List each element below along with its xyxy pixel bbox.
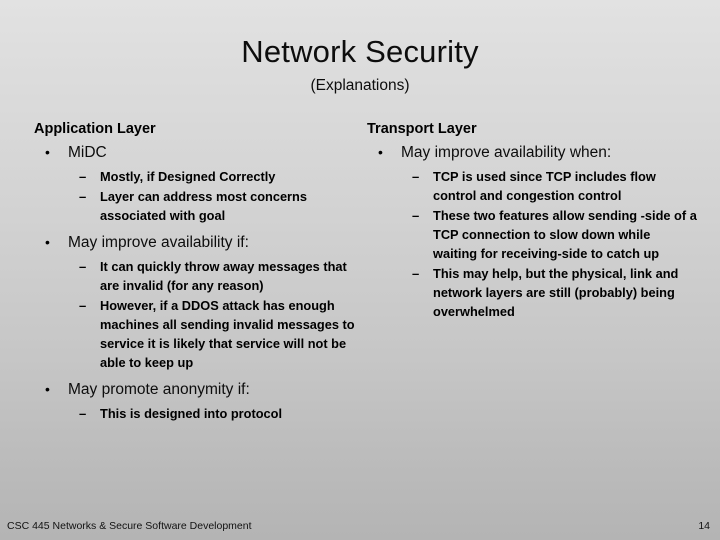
footer-page-number: 14: [698, 520, 710, 532]
list-item-label: Layer can address most concerns associat…: [100, 189, 307, 223]
list-item: • May improve availability when: – TCP i…: [367, 141, 697, 321]
list-item-label: May improve availability when:: [401, 144, 612, 161]
list-item-label: May improve availability if:: [68, 234, 249, 251]
bullet-list-level1: • May improve availability when: – TCP i…: [367, 141, 697, 321]
footer-course-label: CSC 445 Networks & Secure Software Devel…: [7, 520, 252, 532]
list-item: – This may help, but the physical, link …: [401, 264, 697, 321]
content-column-right: Transport Layer • May improve availabili…: [367, 120, 697, 327]
bullet-dash-icon: –: [412, 266, 420, 281]
list-item: • May improve availability if: – It can …: [34, 231, 364, 372]
slide-footer: CSC 445 Networks & Secure Software Devel…: [0, 514, 720, 540]
slide: Network Security (Explanations) Applicat…: [0, 0, 720, 540]
bullet-dash-icon: –: [79, 189, 87, 204]
list-item-label: This is designed into protocol: [100, 406, 283, 421]
list-item: • MiDC – Mostly, if Designed Correctly –…: [34, 141, 364, 225]
list-item-label: This may help, but the physical, link an…: [433, 266, 679, 319]
list-item: – TCP is used since TCP includes flow co…: [401, 167, 697, 205]
bullet-dot-icon: •: [45, 144, 50, 160]
list-item: – Layer can address most concerns associ…: [68, 187, 364, 225]
bullet-dot-icon: •: [378, 144, 383, 160]
list-item: – However, if a DDOS attack has enough m…: [68, 296, 364, 372]
bullet-dot-icon: •: [45, 381, 50, 397]
list-item-label: TCP is used since TCP includes flow cont…: [433, 169, 656, 203]
bullet-dash-icon: –: [79, 298, 87, 313]
bullet-list-level1: • MiDC – Mostly, if Designed Correctly –…: [34, 141, 364, 423]
bullet-list-level2: – It can quickly throw away messages tha…: [68, 257, 364, 372]
list-item: – It can quickly throw away messages tha…: [68, 257, 364, 295]
bullet-dash-icon: –: [79, 406, 87, 421]
list-item: – This is designed into protocol: [68, 404, 364, 423]
column-heading: Application Layer: [34, 121, 156, 137]
list-item-label: However, if a DDOS attack has enough mac…: [100, 298, 355, 370]
content-columns: Application Layer • MiDC – Mostly, if De…: [0, 120, 720, 510]
list-item-label: It can quickly throw away messages that …: [100, 259, 347, 293]
list-item: • May promote anonymity if: – This is de…: [34, 378, 364, 423]
bullet-dot-icon: •: [45, 234, 50, 250]
bullet-dash-icon: –: [79, 169, 87, 184]
title-block: Network Security (Explanations): [0, 34, 720, 96]
bullet-list-level2: – This is designed into protocol: [68, 404, 364, 423]
content-column-left: Application Layer • MiDC – Mostly, if De…: [34, 120, 364, 429]
list-item: – Mostly, if Designed Correctly: [68, 167, 364, 186]
list-item-label: MiDC: [68, 144, 107, 161]
bullet-list-level2: – TCP is used since TCP includes flow co…: [401, 167, 697, 321]
column-heading: Transport Layer: [367, 121, 477, 137]
bullet-dash-icon: –: [412, 208, 420, 223]
list-item: – These two features allow sending -side…: [401, 206, 697, 263]
bullet-list-level2: – Mostly, if Designed Correctly – Layer …: [68, 167, 364, 225]
list-item-label: These two features allow sending -side o…: [433, 208, 697, 261]
list-item-label: Mostly, if Designed Correctly: [100, 169, 276, 184]
bullet-dash-icon: –: [412, 169, 420, 184]
list-item-label: May promote anonymity if:: [68, 381, 250, 398]
page-title: Network Security: [241, 34, 479, 69]
page-subtitle: (Explanations): [310, 77, 410, 94]
bullet-dash-icon: –: [79, 259, 87, 274]
